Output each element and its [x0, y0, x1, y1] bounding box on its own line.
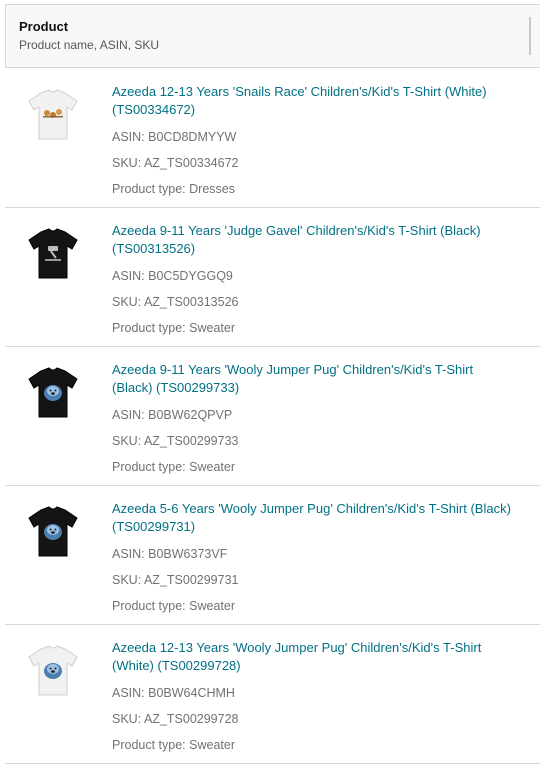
product-sku: SKU: AZ_TS00299731 — [112, 573, 239, 587]
product-thumbnail[interactable] — [21, 361, 85, 425]
product-type: Product type: Sweater — [112, 460, 235, 474]
product-row: Azeeda 5-6 Years 'Wooly Jumper Pug' Chil… — [5, 486, 540, 625]
product-sku: SKU: AZ_TS00299733 — [112, 434, 239, 448]
product-name-link[interactable]: Azeeda 9-11 Years 'Wooly Jumper Pug' Chi… — [112, 361, 512, 397]
product-name-link[interactable]: Azeeda 12-13 Years 'Snails Race' Childre… — [112, 83, 512, 119]
product-type: Product type: Dresses — [112, 182, 235, 196]
column-subtitle: Product name, ASIN, SKU — [19, 38, 160, 52]
product-sku: SKU: AZ_TS00313526 — [112, 295, 239, 309]
product-asin: ASIN: B0C5DYGGQ9 — [112, 269, 233, 283]
product-type: Product type: Sweater — [112, 599, 235, 613]
product-asin: ASIN: B0BW62QPVP — [112, 408, 233, 422]
product-thumbnail[interactable] — [21, 222, 85, 286]
product-asin: ASIN: B0BW6373VF — [112, 547, 228, 561]
product-asin: ASIN: B0CD8DMYYW — [112, 130, 237, 144]
product-row: Azeeda 9-11 Years 'Judge Gavel' Children… — [5, 208, 540, 347]
product-name-link[interactable]: Azeeda 5-6 Years 'Wooly Jumper Pug' Chil… — [112, 500, 512, 536]
product-type: Product type: Sweater — [112, 321, 235, 335]
product-thumbnail[interactable] — [21, 83, 85, 147]
product-type: Product type: Sweater — [112, 738, 235, 752]
column-title: Product — [19, 19, 69, 34]
product-sku: SKU: AZ_TS00334672 — [112, 156, 239, 170]
product-asin: ASIN: B0BW64CHMH — [112, 686, 235, 700]
column-resize-handle[interactable] — [529, 17, 531, 55]
product-column-header[interactable]: Product Product name, ASIN, SKU — [5, 4, 540, 68]
product-sku: SKU: AZ_TS00299728 — [112, 712, 239, 726]
product-row: Azeeda 9-11 Years 'Wooly Jumper Pug' Chi… — [5, 347, 540, 486]
product-name-link[interactable]: Azeeda 9-11 Years 'Judge Gavel' Children… — [112, 222, 512, 258]
product-thumbnail[interactable] — [21, 639, 85, 703]
product-name-link[interactable]: Azeeda 12-13 Years 'Wooly Jumper Pug' Ch… — [112, 639, 512, 675]
product-thumbnail[interactable] — [21, 500, 85, 564]
product-row: Azeeda 12-13 Years 'Wooly Jumper Pug' Ch… — [5, 625, 540, 764]
product-row: Azeeda 12-13 Years 'Snails Race' Childre… — [5, 69, 540, 208]
